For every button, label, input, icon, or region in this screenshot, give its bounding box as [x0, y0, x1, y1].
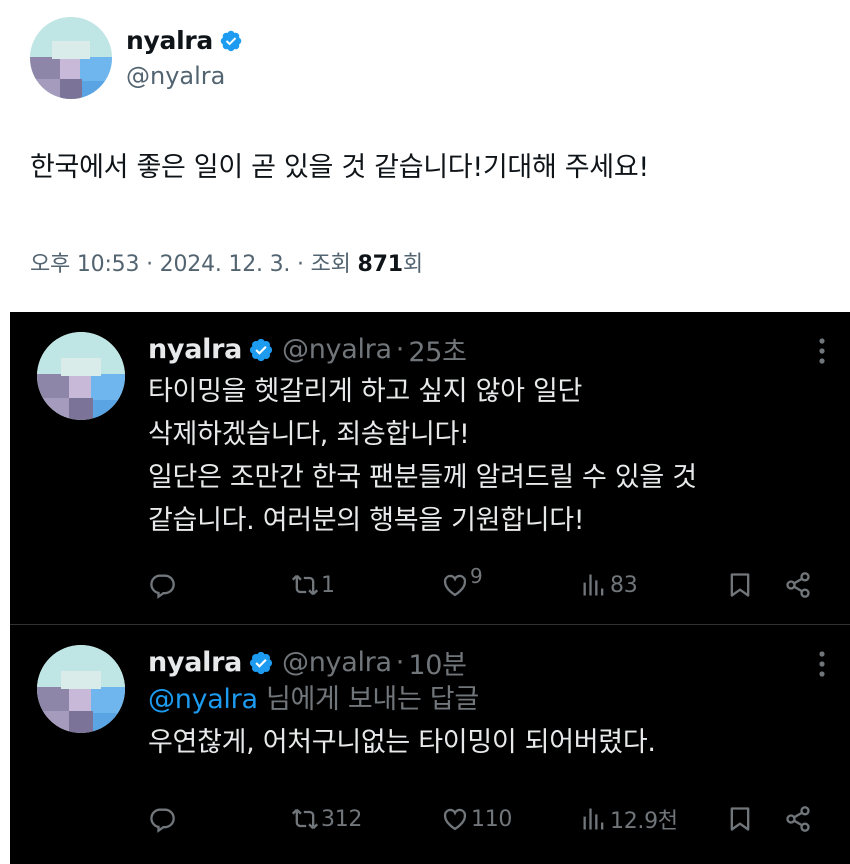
avatar[interactable] — [37, 645, 125, 737]
tweet-text: 타이밍을 헷갈리게 하고 싶지 않아 일단 삭제하겠습니다, 죄송합니다! 일단… — [148, 370, 697, 542]
reply-to-line: @nyalra 님에게 보내는 답글 — [148, 678, 656, 721]
tweet-actions: 312 110 12.9천 — [148, 801, 828, 837]
meta-separator: · — [297, 252, 304, 277]
views-button[interactable]: 83 — [580, 567, 638, 603]
like-button[interactable]: 110 — [441, 801, 512, 837]
views-count: 83 — [610, 572, 638, 598]
verified-badge-icon — [220, 30, 242, 51]
mention-link[interactable]: @nyalra — [148, 684, 258, 715]
tweet-time[interactable]: 10분 — [408, 643, 467, 682]
tweet-text: 한국에서 좋은 일이 곧 있을 것 같습니다!기대해 주세요! — [30, 152, 649, 183]
bookmark-icon — [730, 807, 750, 831]
tweet-text-line: 타이밍을 헷갈리게 하고 싶지 않아 일단 — [148, 376, 583, 407]
retweet-count: 1 — [321, 572, 335, 598]
avatar[interactable] — [30, 17, 112, 103]
like-button[interactable]: 9 — [441, 564, 483, 603]
bookmark-button[interactable] — [726, 801, 754, 837]
views-button[interactable]: 12.9천 — [580, 801, 678, 837]
share-button[interactable] — [784, 801, 812, 837]
bookmark-button[interactable] — [726, 567, 754, 603]
tweet-text-line: 삭제하겠습니다, 죄송합니다! — [148, 419, 470, 450]
retweet-icon — [291, 574, 319, 596]
views-count: 12.9천 — [610, 809, 678, 834]
tweet-actions: 1 9 83 — [148, 564, 828, 603]
verified-badge-icon — [249, 338, 273, 361]
reply-icon — [150, 574, 175, 599]
reply-to-suffix: 님에게 보내는 답글 — [257, 684, 479, 715]
retweet-icon — [291, 808, 319, 830]
share-icon — [786, 806, 810, 832]
screenshot-gap — [0, 292, 850, 312]
author-name[interactable]: nyalra — [126, 26, 213, 55]
views-label: 조회 — [310, 252, 351, 277]
reply-button[interactable] — [148, 567, 176, 603]
like-count: 9 — [470, 564, 483, 588]
more-options-icon[interactable] — [818, 651, 826, 677]
author-handle[interactable]: @nyalra — [282, 647, 392, 678]
bookmark-icon — [730, 573, 750, 597]
share-button[interactable] — [784, 567, 812, 603]
tweet-time[interactable]: 25초 — [408, 330, 467, 369]
separator-dot: · — [395, 334, 405, 365]
meta-separator: · — [146, 252, 153, 277]
avatar[interactable] — [37, 332, 125, 424]
retweet-count: 312 — [321, 806, 363, 832]
tweet-text-line: 우연찮게, 어처구니없는 타이밍이 되어버렸다. — [148, 727, 656, 758]
tweet-item[interactable]: nyalra @nyalra · 10분 @nyalra 님에게 보내는 답글 … — [10, 625, 850, 864]
retweet-button[interactable]: 1 — [291, 567, 335, 603]
verified-badge-icon — [249, 651, 273, 674]
views-icon — [583, 808, 604, 830]
tweet-text: @nyalra 님에게 보내는 답글 우연찮게, 어처구니없는 타이밍이 되어버… — [148, 678, 656, 764]
author-handle[interactable]: @nyalra — [126, 62, 225, 90]
tweet-text-line: 일단은 조만간 한국 팬분들께 알려드릴 수 있을 것 — [148, 462, 697, 493]
views-icon — [583, 574, 604, 596]
reply-icon — [150, 808, 175, 833]
separator-dot: · — [395, 647, 405, 678]
like-icon — [443, 574, 467, 597]
author-name[interactable]: nyalra — [148, 334, 242, 365]
quoted-tweet-light: nyalra @nyalra 한국에서 좋은 일이 곧 있을 것 같습니다!기대… — [0, 0, 850, 292]
views-suffix: 회 — [402, 252, 423, 277]
like-icon — [443, 808, 467, 831]
share-icon — [786, 572, 810, 598]
author-handle[interactable]: @nyalra — [282, 334, 392, 365]
like-count: 110 — [471, 806, 513, 832]
retweet-button[interactable]: 312 — [291, 801, 362, 837]
tweet-meta: 오후 10:53 · 2024. 12. 3. · 조회 871회 — [30, 246, 423, 278]
tweet-item[interactable]: nyalra @nyalra · 25초 타이밍을 헷갈리게 하고 싶지 않아 … — [10, 312, 850, 624]
author-name[interactable]: nyalra — [148, 647, 242, 678]
tweet-text-line: 같습니다. 여러분의 행복을 기원합니다! — [148, 505, 585, 536]
reply-button[interactable] — [148, 801, 176, 837]
views-count: 871 — [357, 252, 404, 277]
dark-timeline: nyalra @nyalra · 25초 타이밍을 헷갈리게 하고 싶지 않아 … — [10, 312, 850, 864]
more-options-icon[interactable] — [818, 338, 826, 364]
tweet-date[interactable]: 2024. 12. 3. — [160, 252, 291, 277]
tweet-time[interactable]: 오후 10:53 — [30, 252, 139, 277]
